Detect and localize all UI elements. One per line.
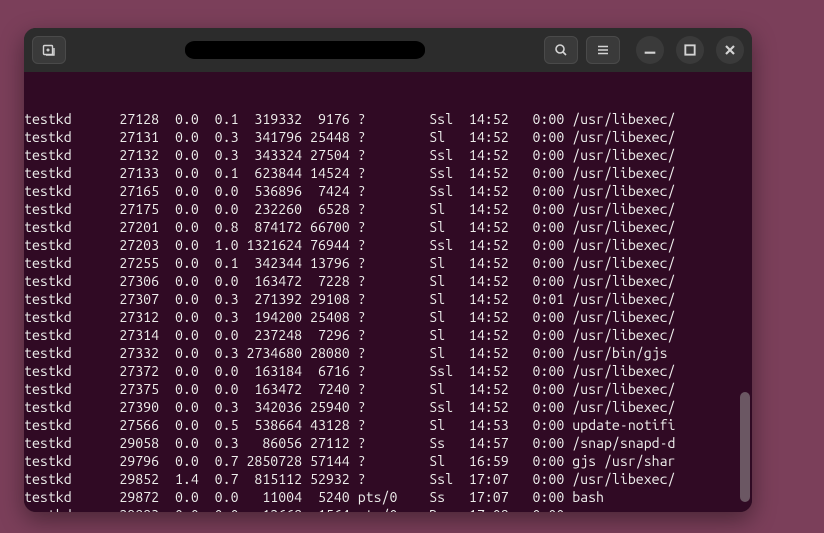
scrollbar-track[interactable] — [740, 72, 750, 512]
maximize-button[interactable] — [676, 36, 704, 64]
terminal-body[interactable]: testkd 27128 0.0 0.1 319332 9176 ? Ssl 1… — [24, 72, 752, 512]
close-icon — [722, 42, 738, 58]
window-controls — [636, 36, 744, 64]
minimize-icon — [642, 42, 658, 58]
close-button[interactable] — [716, 36, 744, 64]
maximize-icon — [682, 42, 698, 58]
hamburger-icon — [595, 42, 611, 58]
minimize-button[interactable] — [636, 36, 664, 64]
new-tab-icon — [41, 42, 57, 58]
scrollbar-thumb[interactable] — [740, 392, 750, 502]
terminal-window: testkd 27128 0.0 0.1 319332 9176 ? Ssl 1… — [24, 28, 752, 512]
menu-button[interactable] — [586, 36, 620, 64]
title-redacted — [185, 41, 425, 59]
titlebar — [24, 28, 752, 72]
new-tab-button[interactable] — [32, 36, 66, 64]
search-icon — [553, 42, 569, 58]
process-list: testkd 27128 0.0 0.1 319332 9176 ? Ssl 1… — [24, 110, 748, 512]
search-button[interactable] — [544, 36, 578, 64]
